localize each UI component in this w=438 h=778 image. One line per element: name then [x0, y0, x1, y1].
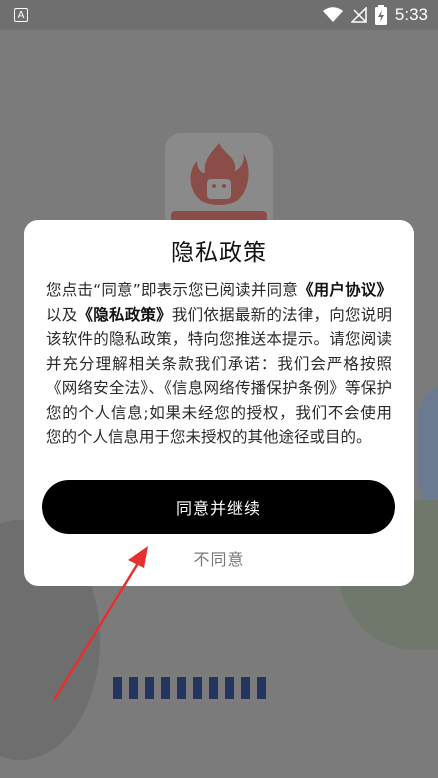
loader-dash	[193, 677, 202, 699]
app-logo	[165, 133, 273, 233]
battery-charging-icon	[374, 5, 387, 25]
flame-icon	[190, 143, 249, 205]
status-icons: 5:33	[322, 4, 428, 26]
dialog-body: 您点击“同意”即表示您已阅读并同意《用户协议》以及《隐私政策》我们依据最新的法律…	[44, 278, 394, 450]
background-shape-right-blue	[418, 380, 438, 520]
privacy-policy-link[interactable]: 《隐私政策》	[77, 306, 171, 324]
loader-dash	[209, 677, 218, 699]
dialog-title: 隐私政策	[171, 240, 267, 266]
status-time: 5:33	[394, 5, 428, 24]
loading-indicator	[113, 677, 266, 699]
loader-dash	[225, 677, 234, 699]
body-text-main: 我们依据最新的法律，向您说明该软件的隐私政策，特向您推送本提示。请您阅读并充分理…	[46, 305, 392, 447]
disagree-button[interactable]: 不同意	[24, 546, 414, 570]
user-agreement-link[interactable]: 《用户协议》	[298, 281, 392, 299]
body-text-and: 以及	[46, 305, 78, 324]
loader-dash	[177, 677, 186, 699]
privacy-dialog: 隐私政策 您点击“同意”即表示您已阅读并同意《用户协议》以及《隐私政策》我们依据…	[24, 220, 414, 586]
loader-dash	[113, 677, 122, 699]
loader-dash	[257, 677, 266, 699]
loader-dash	[161, 677, 170, 699]
app-notification-icon: A	[14, 8, 28, 22]
loader-dash	[129, 677, 138, 699]
status-bar: A 5:33	[0, 0, 438, 30]
agree-continue-button[interactable]: 同意并继续	[42, 480, 395, 534]
loader-dash	[145, 677, 154, 699]
screen: A 5:33 隐私政策 您点击“同意”即表示您已阅读并同意《用户协议》以及《隐私…	[0, 0, 438, 778]
loader-dash	[241, 677, 250, 699]
signal-off-icon	[350, 7, 367, 23]
wifi-icon	[322, 7, 343, 22]
body-text-intro: 您点击“同意”即表示您已阅读并同意	[46, 281, 298, 299]
